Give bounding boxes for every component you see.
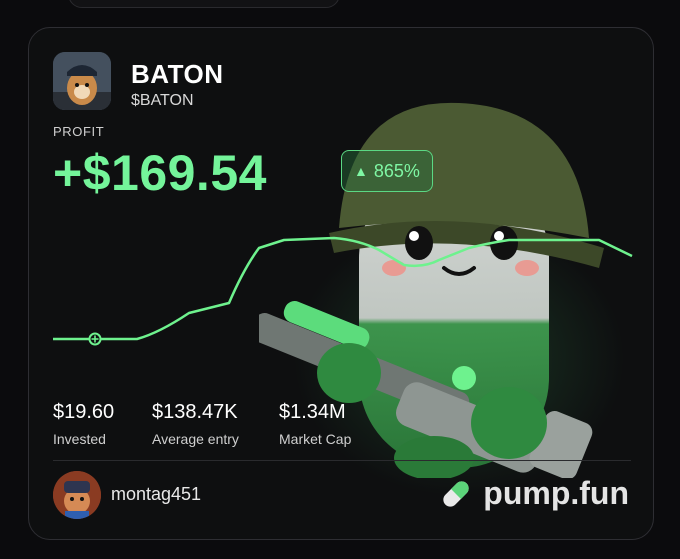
token-avatar-icon	[53, 52, 111, 110]
up-triangle-icon: ▲	[354, 163, 368, 179]
invested-label: Invested	[53, 431, 106, 447]
username: montag451	[111, 484, 202, 504]
user-avatar-icon	[53, 471, 101, 519]
profit-line	[53, 236, 633, 341]
average-entry-label: Average entry	[152, 431, 239, 447]
brand-name: pump.fun	[483, 475, 629, 511]
token-name: BATON	[131, 59, 224, 89]
pill-logo-icon	[443, 480, 469, 507]
market-cap-label: Market Cap	[279, 431, 352, 447]
percent-change-badge: ▲ 865%	[341, 150, 433, 192]
average-entry-value: $138.47K	[152, 401, 238, 423]
previous-card-edge	[68, 0, 340, 8]
token-ticker: $BATON	[131, 92, 194, 109]
percent-change-value: 865%	[373, 160, 420, 181]
invested-value: $19.60	[53, 401, 115, 423]
pnl-card: BATON $BATON PROFIT +$169.54 ▲ 865% $19.…	[28, 27, 654, 540]
profit-line-chart	[53, 236, 633, 346]
profit-label: PROFIT	[53, 124, 105, 139]
footer-divider	[53, 460, 631, 461]
brand-logo: pump.fun	[439, 475, 629, 512]
profit-value: +$169.54	[53, 145, 267, 201]
chart-start-marker-icon	[88, 332, 102, 346]
market-cap-value: $1.34M	[279, 401, 346, 423]
